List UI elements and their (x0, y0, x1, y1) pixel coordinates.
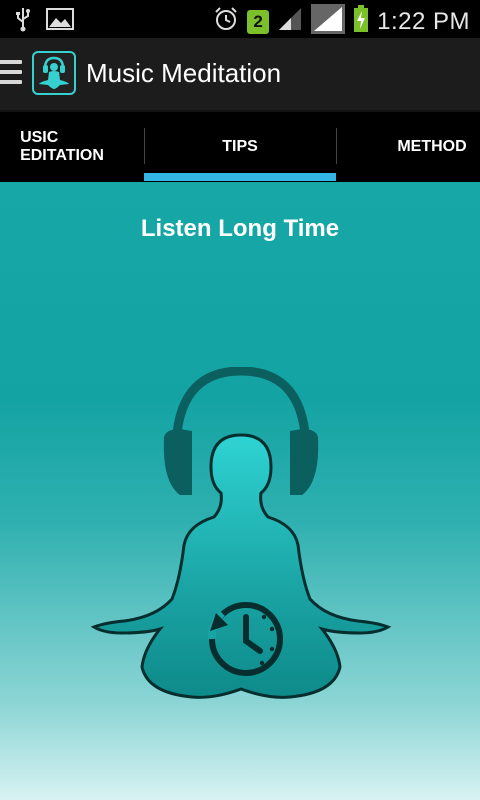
alarm-icon (213, 6, 239, 37)
drawer-menu-icon[interactable] (0, 60, 22, 90)
tip-title: Listen Long Time (140, 215, 340, 242)
signal-icon (277, 6, 303, 37)
tip-content: Listen Long Time (0, 182, 480, 800)
notification-badge: 2 (247, 9, 270, 34)
image-icon (46, 8, 74, 35)
action-bar: Music Meditation (0, 38, 480, 112)
signal-icon (311, 4, 346, 39)
meditation-headphones-icon[interactable] (32, 51, 76, 95)
tab-label: USIC EDITATION (20, 129, 104, 164)
tab-tips[interactable]: TIPS (144, 112, 336, 182)
tab-label: TIPS (222, 138, 258, 155)
tab-music-meditation[interactable]: USIC EDITATION (0, 112, 144, 182)
status-bar: 2 1:22 PM (0, 0, 480, 38)
status-time: 1:22 PM (377, 7, 470, 35)
selected-tab-indicator (144, 173, 336, 181)
tab-bar: USIC EDITATION TIPS METHOD (0, 112, 480, 182)
tab-label: METHOD (397, 138, 467, 155)
usb-icon (14, 6, 32, 37)
app-title: Music Meditation (86, 58, 282, 88)
battery-charging-icon (353, 5, 369, 38)
meditating-person-with-headphones-clock-icon (84, 366, 400, 717)
tab-method[interactable]: METHOD (336, 112, 480, 182)
